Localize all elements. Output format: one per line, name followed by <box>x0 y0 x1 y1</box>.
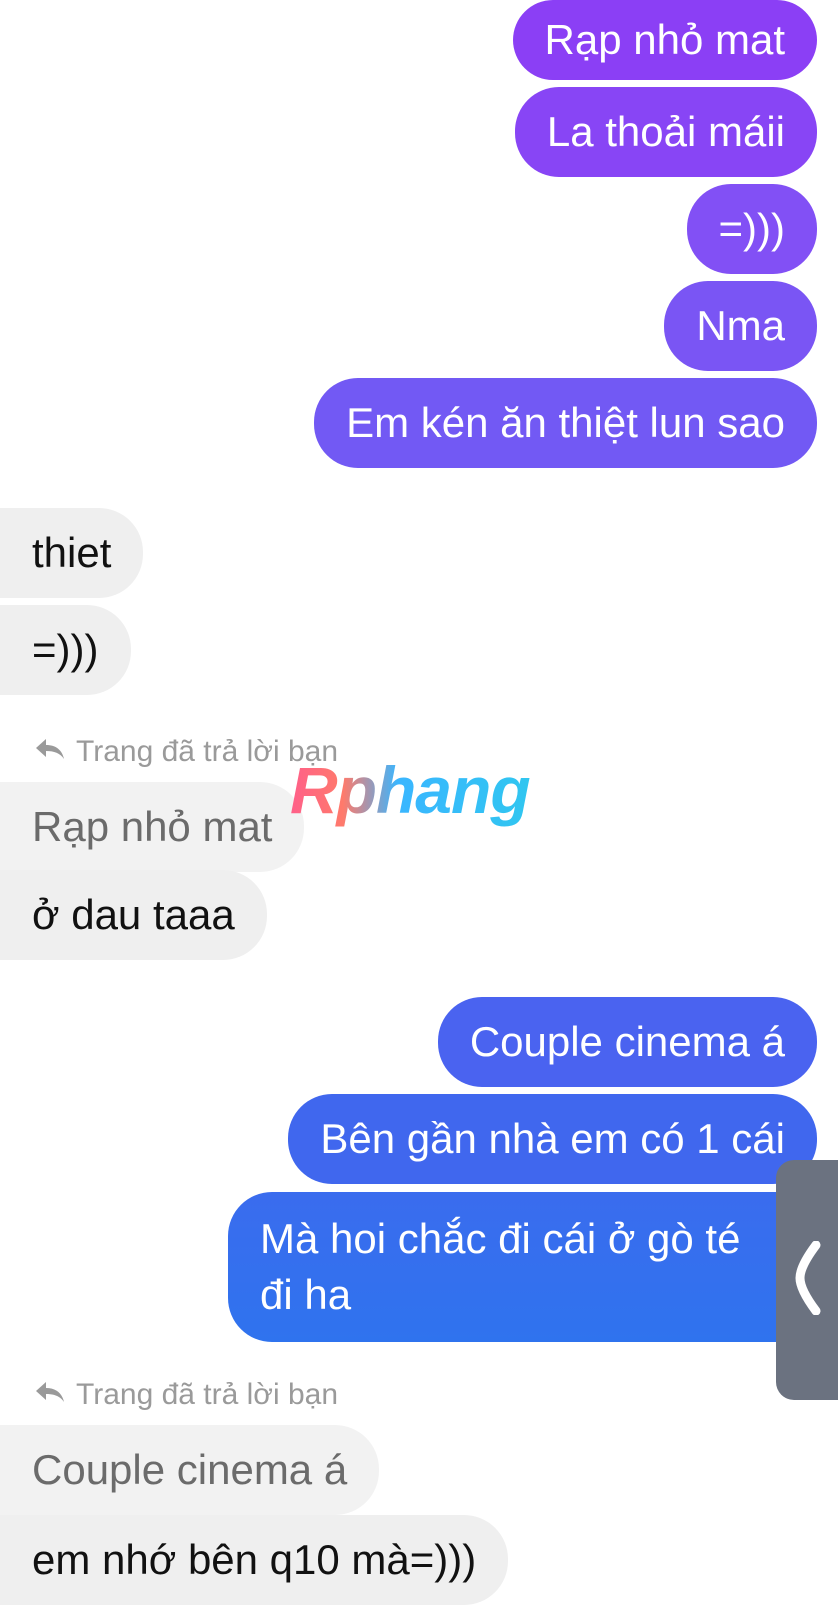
incoming-message[interactable]: thiet <box>0 508 144 598</box>
watermark-logo: Rphang <box>290 753 531 827</box>
reply-indicator-text: Trang đã trả lời bạn <box>76 1378 339 1411</box>
message-text: =))) <box>32 626 99 673</box>
message-text-line: Mà hoi chắc đi cái ở gò té <box>260 1215 741 1262</box>
message-text: La thoải máii <box>546 108 785 155</box>
incoming-message[interactable]: ở dau taaa <box>0 870 267 960</box>
outgoing-message[interactable]: Nma <box>664 281 817 371</box>
message-text: Rạp nhỏ mat <box>32 803 273 850</box>
outgoing-message[interactable]: =))) <box>686 184 817 274</box>
incoming-message[interactable]: =))) <box>0 605 131 695</box>
chevron-left-icon <box>790 1240 824 1320</box>
quoted-message[interactable]: Couple cinema á <box>0 1425 380 1515</box>
outgoing-message[interactable]: Rạp nhỏ mat <box>512 0 817 80</box>
outgoing-message[interactable]: Em kén ăn thiệt lun sao <box>314 378 817 468</box>
side-panel-handle[interactable] <box>776 1160 838 1400</box>
reply-arrow-icon <box>34 1378 66 1412</box>
message-text: Couple cinema á <box>469 1018 785 1065</box>
outgoing-message[interactable]: Couple cinema á <box>437 997 817 1087</box>
message-text: Bên gần nhà em có 1 cái <box>320 1115 785 1162</box>
message-text: =))) <box>718 205 786 252</box>
message-text: ở dau taaa <box>32 891 235 938</box>
reply-indicator: Trang đã trả lời bạn <box>34 1378 338 1412</box>
reply-arrow-icon <box>34 735 66 769</box>
message-text: Couple cinema á <box>32 1446 348 1493</box>
outgoing-message[interactable]: La thoải máii <box>514 87 817 177</box>
quoted-message[interactable]: Rạp nhỏ mat <box>0 782 305 872</box>
chat-thread: Rạp nhỏ mat La thoải máii =))) Nma Em ké… <box>0 0 838 1605</box>
outgoing-message[interactable]: Bên gần nhà em có 1 cái <box>288 1094 817 1184</box>
message-text: em nhớ bên q10 mà=))) <box>32 1536 477 1583</box>
incoming-message[interactable]: em nhớ bên q10 mà=))) <box>0 1515 509 1605</box>
message-text-line: đi ha <box>260 1271 352 1318</box>
message-text: thiet <box>32 529 112 576</box>
message-text: Rạp nhỏ mat <box>544 16 785 63</box>
message-text: Nma <box>696 302 785 349</box>
outgoing-message[interactable]: Mà hoi chắc đi cái ở gò té đi ha <box>228 1192 838 1342</box>
message-text: Em kén ăn thiệt lun sao <box>346 399 785 446</box>
